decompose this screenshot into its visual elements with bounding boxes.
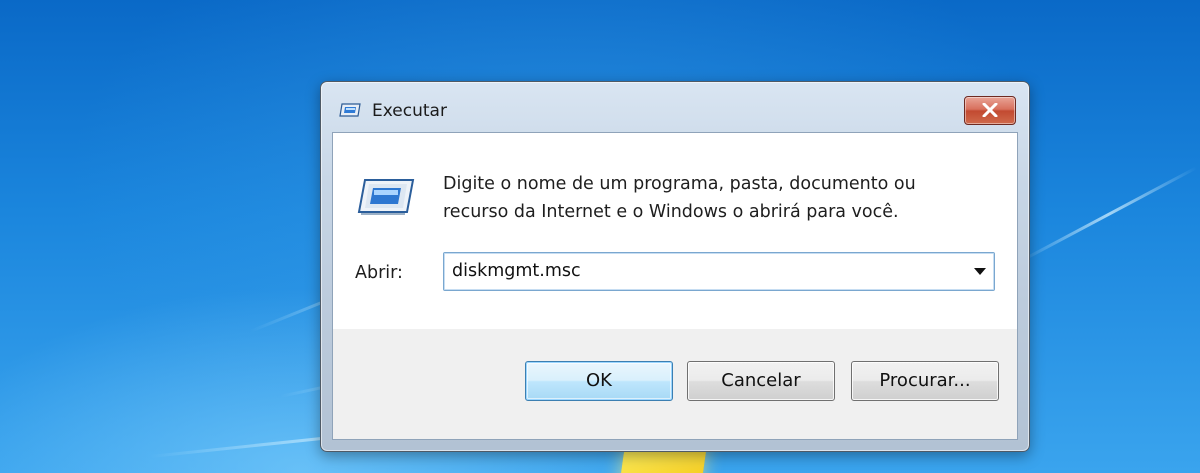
title-bar[interactable]: Executar — [321, 82, 1029, 128]
close-icon — [982, 103, 998, 117]
dropdown-button[interactable] — [966, 253, 994, 290]
run-icon — [339, 102, 361, 118]
close-button[interactable] — [964, 96, 1016, 125]
wallpaper-streak — [1019, 166, 1198, 263]
command-input[interactable] — [452, 257, 952, 285]
chevron-down-icon — [974, 268, 986, 275]
dialog-description: Digite o nome de um programa, pasta, doc… — [443, 170, 983, 226]
description-line: recurso da Internet e o Windows o abrirá… — [443, 202, 899, 222]
run-program-icon — [357, 176, 415, 216]
dialog-body: Digite o nome de um programa, pasta, doc… — [332, 132, 1018, 440]
run-dialog: Executar Digite o nome de um programa, p… — [320, 81, 1030, 452]
dialog-content-area: Digite o nome de um programa, pasta, doc… — [333, 133, 1017, 329]
open-label: Abrir: — [355, 263, 403, 283]
description-line: Digite o nome de um programa, pasta, doc… — [443, 174, 916, 194]
window-title: Executar — [372, 101, 447, 121]
open-combobox[interactable] — [443, 252, 995, 291]
ok-button[interactable]: OK — [525, 361, 673, 401]
cancel-button[interactable]: Cancelar — [687, 361, 835, 401]
browse-button[interactable]: Procurar... — [851, 361, 999, 401]
